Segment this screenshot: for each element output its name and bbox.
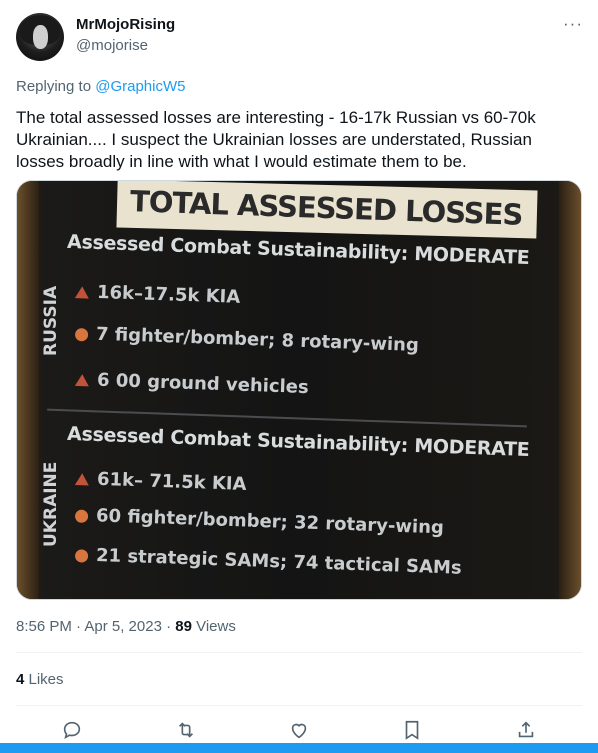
tweet-text: The total assessed losses are interestin…: [16, 108, 536, 171]
bookmark-icon[interactable]: [398, 716, 426, 744]
share-icon[interactable]: [512, 716, 540, 744]
russia-item: 7 fighter/bomber; 8 rotary-wing: [74, 323, 419, 356]
tweet-meta: 8:56 PM · Apr 5, 2023 · 89 Views: [16, 618, 236, 635]
reply-mention-link[interactable]: @GraphicW5: [95, 78, 185, 95]
more-options-icon[interactable]: ···: [563, 14, 583, 34]
triangle-bullet-icon: [74, 473, 90, 486]
retweet-icon[interactable]: [172, 716, 200, 744]
reply-icon[interactable]: [58, 716, 86, 744]
russia-label: RUSSIA: [41, 285, 61, 356]
ukraine-label: UKRAINE: [41, 461, 61, 547]
circle-bullet-icon: [74, 327, 89, 341]
avatar[interactable]: [16, 13, 64, 61]
replying-to: Replying to @GraphicW5: [16, 78, 185, 95]
tweet-image[interactable]: TOTAL ASSESSED LOSSES RUSSIA Assessed Co…: [16, 180, 582, 600]
likes-label: Likes: [24, 671, 64, 688]
tweet: MrMojoRising @mojorise ··· Replying to @…: [0, 0, 598, 753]
timestamp[interactable]: 8:56 PM · Apr 5, 2023 ·: [16, 618, 175, 635]
ukraine-item: 21 strategic SAMs; 74 tactical SAMs: [74, 544, 462, 579]
views-label: Views: [191, 618, 236, 635]
russia-item: 6 00 ground vehicles: [74, 369, 309, 398]
ukraine-sustainability: Assessed Combat Sustainability: MODERATE: [66, 422, 530, 462]
likes-link[interactable]: 4 Likes: [16, 671, 64, 688]
views-count: 89: [175, 618, 192, 635]
user-handle[interactable]: @mojorise: [76, 37, 148, 54]
circle-bullet-icon: [74, 509, 89, 523]
action-bar: [16, 716, 582, 744]
bottom-accent-bar: [0, 743, 598, 753]
ukraine-item: 60 fighter/bomber; 32 rotary-wing: [74, 505, 444, 538]
replying-to-label: Replying to: [16, 78, 96, 95]
divider: [16, 652, 582, 653]
losses-graphic: TOTAL ASSESSED LOSSES RUSSIA Assessed Co…: [35, 181, 563, 599]
triangle-bullet-icon: [74, 373, 90, 387]
display-name[interactable]: MrMojoRising: [76, 16, 175, 33]
russia-sustainability: Assessed Combat Sustainability: MODERATE: [66, 230, 530, 270]
divider: [16, 705, 582, 706]
triangle-bullet-icon: [74, 286, 90, 299]
circle-bullet-icon: [74, 548, 89, 563]
russia-item: 16k–17.5k KIA: [74, 281, 241, 308]
like-icon[interactable]: [285, 716, 313, 744]
ukraine-item: 61k– 71.5k KIA: [74, 468, 247, 495]
